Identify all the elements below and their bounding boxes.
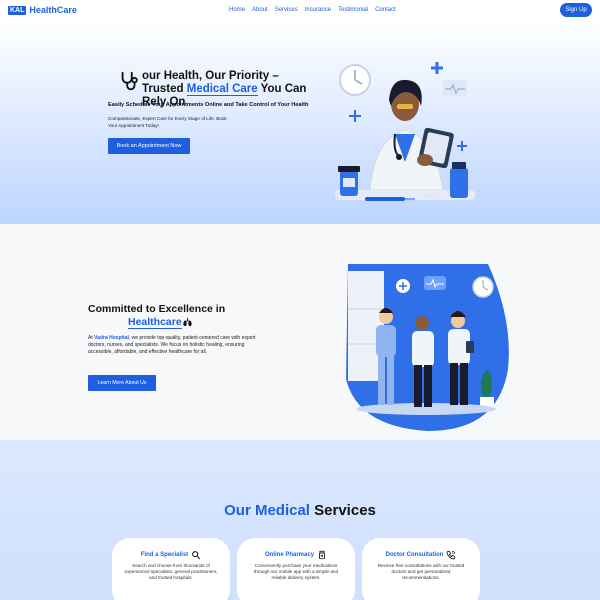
hero-section: our Health, Our Priority – Trusted Medic… bbox=[0, 22, 600, 224]
card-text: Receive free consultations with our trus… bbox=[377, 563, 465, 580]
services-title-highlight: Our Medical bbox=[224, 502, 310, 519]
hero-title-highlight: Medical Care bbox=[186, 83, 258, 96]
card-text: Search and choose from thousands of expe… bbox=[124, 563, 218, 580]
card-header: Online Pharmacy bbox=[237, 550, 355, 560]
book-appointment-button[interactable]: Book an Appointment Now bbox=[108, 138, 190, 154]
learn-more-button[interactable]: Learn More About Us bbox=[88, 375, 156, 391]
signup-button[interactable]: Sign Up bbox=[560, 3, 592, 17]
nav-link-testimonial[interactable]: Testimonial bbox=[338, 7, 368, 13]
about-title-line1: Committed to Excellence in bbox=[88, 303, 226, 315]
nav-link-home[interactable]: Home bbox=[229, 7, 245, 13]
hero-subtitle: Easily Schedule Your Appointments Online… bbox=[108, 102, 309, 108]
services-section: Our Medical Services Find a Specialist S… bbox=[0, 440, 600, 600]
about-title-line2: Healthcare bbox=[88, 316, 238, 329]
hospital-name: Vadra Hospital bbox=[94, 335, 129, 341]
nav-links: Home About Services Insurance Testimonia… bbox=[229, 7, 396, 13]
nav-link-about[interactable]: About bbox=[252, 7, 268, 13]
logo[interactable]: KAL HealthCare bbox=[8, 5, 77, 15]
nav-link-services[interactable]: Services bbox=[275, 7, 298, 13]
card-title: Online Pharmacy bbox=[264, 552, 315, 558]
about-title-highlight: Healthcare bbox=[128, 316, 182, 329]
card-title: Doctor Consultation bbox=[385, 552, 444, 558]
logo-badge: KAL bbox=[8, 5, 27, 15]
service-card-online-pharmacy[interactable]: Online Pharmacy Conveniently purchase yo… bbox=[237, 538, 355, 600]
top-navbar: KAL HealthCare Home About Services Insur… bbox=[0, 0, 600, 22]
nav-link-insurance[interactable]: Insurance bbox=[305, 7, 331, 13]
service-card-doctor-consultation[interactable]: Doctor Consultation Receive free consult… bbox=[362, 538, 480, 600]
card-header: Doctor Consultation bbox=[362, 550, 480, 560]
medical-team-illustration bbox=[346, 264, 509, 431]
phone-call-icon bbox=[447, 550, 456, 560]
card-title: Find a Specialist bbox=[140, 552, 189, 558]
services-title: Our Medical Services bbox=[0, 502, 600, 519]
about-title: Committed to Excellence in Healthcare bbox=[88, 303, 238, 329]
logo-text: HealthCare bbox=[29, 5, 77, 15]
service-card-find-specialist[interactable]: Find a Specialist Search and choose from… bbox=[112, 538, 230, 600]
lungs-icon bbox=[183, 318, 192, 327]
card-text: Conveniently purchase your medications t… bbox=[253, 563, 338, 580]
hero-description: Compassionate, Expert Care for Every Sta… bbox=[108, 116, 227, 128]
doctor-illustration bbox=[335, 62, 475, 201]
search-icon bbox=[192, 551, 201, 560]
nav-link-contact[interactable]: Contact bbox=[375, 7, 396, 13]
about-section: Committed to Excellence in Healthcare At… bbox=[0, 224, 600, 440]
card-header: Find a Specialist bbox=[112, 550, 230, 560]
about-description: At Vadra Hospital, we provide top-qualit… bbox=[88, 335, 258, 355]
medicine-bottle-icon bbox=[319, 550, 325, 560]
stethoscope-icon bbox=[121, 71, 138, 91]
services-title-rest: Services bbox=[309, 502, 376, 519]
